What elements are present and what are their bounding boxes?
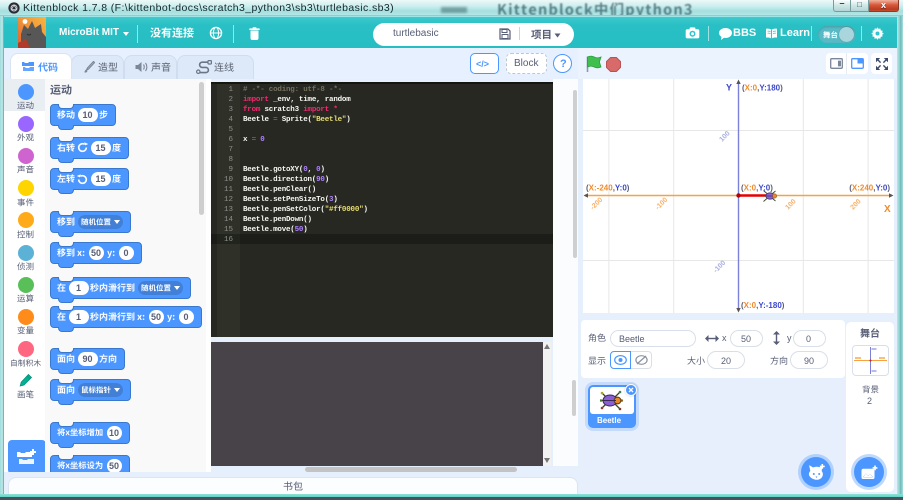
svg-text:X: X [884,204,891,215]
svg-text:-100: -100 [712,259,727,274]
svg-text:100: 100 [718,130,731,143]
svg-text:(X:0,Y:-180): (X:0,Y:-180) [741,301,785,310]
svg-text:-200: -200 [589,196,604,211]
svg-text:(X:0,Y:180): (X:0,Y:180) [742,84,783,93]
svg-text:Y: Y [726,83,732,93]
svg-text:-100: -100 [654,196,669,211]
svg-text:(X:240,Y:0): (X:240,Y:0) [849,184,890,193]
svg-text:(X:0,Y:0): (X:0,Y:0) [741,184,773,193]
svg-text:100: 100 [784,198,797,211]
svg-text:200: 200 [849,198,862,211]
svg-text:(X:-240,Y:0): (X:-240,Y:0) [586,184,630,193]
